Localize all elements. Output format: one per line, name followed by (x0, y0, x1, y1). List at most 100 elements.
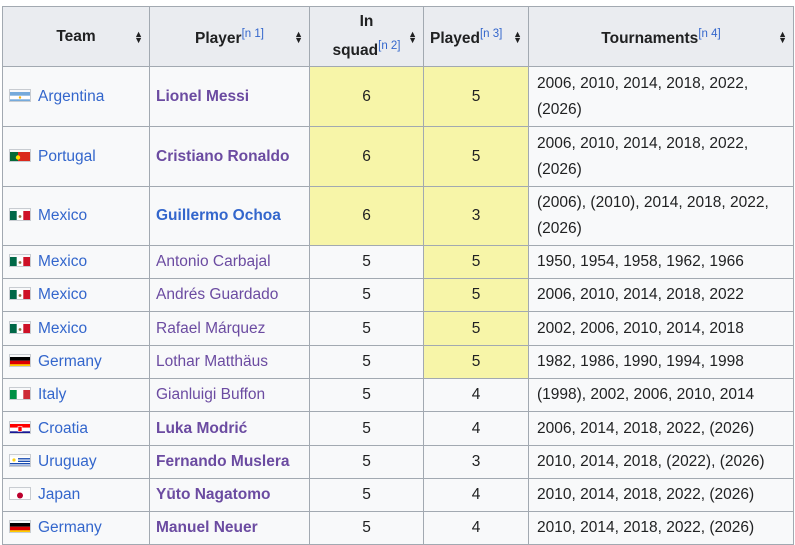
played-cell: 4 (423, 511, 529, 545)
team-link[interactable]: Mexico (38, 320, 87, 337)
table-row: Mexico Rafael Márquez 5 5 2002, 2006, 2010, … (2, 311, 794, 346)
table-row: Mexico Guillermo Ochoa 6 3 (2006), (2010), 2… (2, 186, 794, 246)
squad-note-link[interactable]: [n 2] (378, 40, 400, 52)
player-cell: Antonio Carbajal (149, 245, 310, 279)
table-row: Portugal Cristiano Ronaldo 6 5 2006, 2010, 2… (2, 126, 794, 187)
sort-icon[interactable]: ▲ ▼ (294, 29, 303, 44)
player-cell: Yūto Nagatomo (149, 478, 310, 512)
played-cell: 5 (423, 311, 529, 346)
player-link[interactable]: Lothar Matthäus (156, 353, 268, 370)
player-link[interactable]: Antonio Carbajal (156, 253, 271, 270)
team-cell: Mexico (2, 245, 150, 279)
in-squad-cell: 5 (309, 245, 424, 279)
header-team[interactable]: Team ▲ ▼ (2, 6, 150, 67)
mexico-flag-icon (9, 287, 31, 300)
mexico-flag-icon (9, 254, 31, 267)
tournaments-cell: (1998), 2002, 2006, 2010, 2014 (528, 378, 794, 412)
italy-flag-icon (9, 387, 31, 400)
team-cell: Japan (2, 478, 150, 512)
player-link[interactable]: Andrés Guardado (156, 286, 278, 303)
header-team-label: Team (56, 28, 96, 45)
tournaments-cell: 2002, 2006, 2010, 2014, 2018 (528, 311, 794, 346)
player-link[interactable]: Cristiano Ronaldo (156, 148, 289, 165)
header-player-label: Player (195, 30, 242, 47)
player-cell: Lionel Messi (149, 66, 310, 127)
in-squad-cell: 5 (309, 278, 424, 312)
team-link[interactable]: Germany (38, 519, 102, 536)
header-tournaments-label: Tournaments (601, 30, 699, 47)
header-played[interactable]: Played[n 3] ▲ ▼ (423, 6, 529, 67)
team-link[interactable]: Mexico (38, 207, 87, 224)
table-row: Argentina Lionel Messi 6 5 2006, 2010, 2014,… (2, 66, 794, 127)
sort-icon[interactable]: ▲ ▼ (513, 29, 522, 44)
header-player[interactable]: Player[n 1] ▲ ▼ (149, 6, 310, 67)
in-squad-cell: 6 (309, 126, 424, 187)
tournaments-cell: 2010, 2014, 2018, (2022), (2026) (528, 445, 794, 479)
player-link[interactable]: Gianluigi Buffon (156, 386, 265, 403)
player-cell: Guillermo Ochoa (149, 186, 310, 246)
header-tournaments[interactable]: Tournaments[n 4] ▲ ▼ (528, 6, 794, 67)
played-cell: 4 (423, 478, 529, 512)
team-link[interactable]: Argentina (38, 88, 104, 105)
team-cell: Mexico (2, 186, 150, 246)
played-cell: 5 (423, 345, 529, 379)
table-row: Germany Manuel Neuer 5 4 2010, 2014, 2018, 2… (2, 511, 794, 545)
world-cup-appearances-table: Team ▲ ▼ Player[n 1] ▲ ▼ In squad[n 2] ▲ ▼ P… (2, 6, 794, 545)
table-row: Italy Gianluigi Buffon 5 4 (1998), 2002, 200… (2, 378, 794, 412)
tournaments-note-link[interactable]: [n 4] (698, 28, 720, 40)
team-link[interactable]: Japan (38, 486, 80, 503)
table-row: Mexico Antonio Carbajal 5 5 1950, 1954, 1958… (2, 245, 794, 279)
player-link[interactable]: Luka Modrić (156, 420, 247, 437)
mexico-flag-icon (9, 208, 31, 221)
player-link[interactable]: Guillermo Ochoa (156, 207, 281, 224)
team-cell: Germany (2, 511, 150, 545)
player-cell: Luka Modrić (149, 411, 310, 446)
in-squad-cell: 5 (309, 378, 424, 412)
tournaments-cell: 1982, 1986, 1990, 1994, 1998 (528, 345, 794, 379)
played-cell: 3 (423, 445, 529, 479)
header-squad-line1: In (359, 13, 374, 30)
argentina-flag-icon (9, 88, 31, 102)
played-cell: 4 (423, 378, 529, 412)
header-in-squad[interactable]: In squad[n 2] ▲ ▼ (309, 6, 424, 67)
player-link[interactable]: Rafael Márquez (156, 320, 265, 337)
played-note-link[interactable]: [n 3] (480, 28, 502, 40)
team-link[interactable]: Mexico (38, 286, 87, 303)
tournaments-cell: 2006, 2010, 2014, 2018, 2022, (2026) (528, 66, 794, 127)
player-link[interactable]: Yūto Nagatomo (156, 486, 271, 503)
sort-icon[interactable]: ▲ ▼ (778, 29, 787, 44)
sort-icon[interactable]: ▲ ▼ (408, 29, 417, 44)
tournaments-cell: 2010, 2014, 2018, 2022, (2026) (528, 478, 794, 512)
played-cell: 5 (423, 66, 529, 127)
table-row: Germany Lothar Matthäus 5 5 1982, 1986, 1990… (2, 345, 794, 379)
player-note-link[interactable]: [n 1] (242, 28, 264, 40)
team-cell: Mexico (2, 311, 150, 346)
tournaments-cell: 2006, 2010, 2014, 2018, 2022, (2026) (528, 126, 794, 187)
played-cell: 5 (423, 245, 529, 279)
header-row: Team ▲ ▼ Player[n 1] ▲ ▼ In squad[n 2] ▲ ▼ P… (2, 6, 794, 67)
header-squad-line2: squad (332, 42, 379, 59)
team-cell: Mexico (2, 278, 150, 312)
played-cell: 4 (423, 411, 529, 446)
japan-flag-icon (9, 487, 31, 500)
in-squad-cell: 5 (309, 345, 424, 379)
table-row: Japan Yūto Nagatomo 5 4 2010, 2014, 2018, 20… (2, 478, 794, 512)
player-cell: Andrés Guardado (149, 278, 310, 312)
team-cell: Croatia (2, 411, 150, 446)
sort-icon[interactable]: ▲ ▼ (134, 29, 143, 44)
team-link[interactable]: Mexico (38, 253, 87, 270)
tournaments-cell: 2006, 2014, 2018, 2022, (2026) (528, 411, 794, 446)
team-link[interactable]: Portugal (38, 148, 96, 165)
team-link[interactable]: Italy (38, 386, 66, 403)
mexico-flag-icon (9, 320, 31, 334)
team-link[interactable]: Croatia (38, 420, 88, 437)
germany-flag-icon (9, 354, 31, 367)
team-link[interactable]: Germany (38, 353, 102, 370)
player-link[interactable]: Lionel Messi (156, 88, 249, 105)
table-row: Uruguay Fernando Muslera 5 3 2010, 2014, 201… (2, 445, 794, 479)
played-cell: 3 (423, 186, 529, 246)
player-link[interactable]: Fernando Muslera (156, 453, 290, 470)
team-link[interactable]: Uruguay (38, 453, 97, 470)
player-link[interactable]: Manuel Neuer (156, 519, 258, 536)
team-cell: Uruguay (2, 445, 150, 479)
